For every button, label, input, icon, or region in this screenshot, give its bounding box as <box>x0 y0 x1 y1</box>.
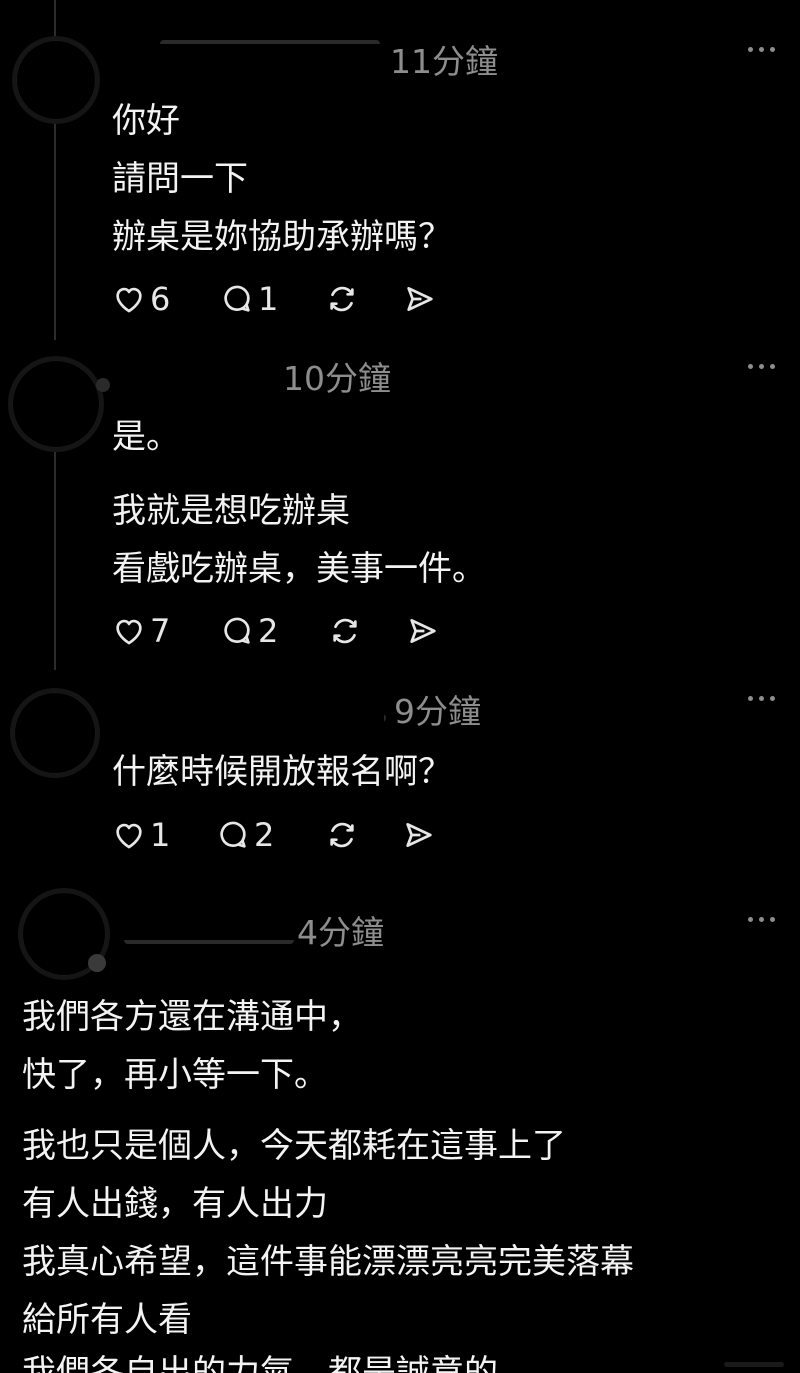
comment-text-line: 我們各方還在溝通中， <box>22 997 362 1037</box>
comment-text-line: 快了，再小等一下。 <box>22 1055 328 1095</box>
scroll-indicator <box>724 1362 784 1367</box>
comment-text-line: 辦桌是妳協助承辦嗎？ <box>112 217 452 257</box>
more-options-icon[interactable] <box>748 43 778 55</box>
cut-off-text-region: 我們各自出的力氣，都是誠意的 <box>0 1348 800 1373</box>
comment-text-line: 看戲吃辦桌，美事一件。 <box>112 549 486 589</box>
repost-icon <box>330 822 354 848</box>
avatar[interactable] <box>16 40 96 120</box>
share-button[interactable] <box>402 815 436 855</box>
comment-text-line: 我們各自出的力氣，都是誠意的 <box>22 1353 498 1373</box>
send-icon <box>407 287 433 311</box>
more-options-icon[interactable] <box>748 360 778 372</box>
comment-text-line: 請問一下 <box>112 159 248 199</box>
heart-icon <box>116 287 142 313</box>
more-options-icon[interactable] <box>748 913 778 925</box>
comment-text-line: 給所有人看 <box>22 1300 192 1340</box>
redacted-username-remnant <box>96 378 110 392</box>
comment-bubble-icon <box>224 617 250 644</box>
send-icon <box>410 619 436 643</box>
avatar[interactable] <box>14 692 96 774</box>
timestamp: 9分鐘 <box>394 692 481 731</box>
comment-text-line: 有人出錢，有人出力 <box>22 1184 328 1224</box>
like-button[interactable]: 1 <box>112 815 170 855</box>
like-button[interactable]: 7 <box>112 611 170 651</box>
reply-count: 2 <box>258 612 279 650</box>
comment-bubble-icon <box>220 821 246 848</box>
comment-text-line: 我就是想吃辦桌 <box>112 491 350 531</box>
timestamp: 10分鐘 <box>283 359 391 398</box>
action-bar: 6 1 <box>112 279 452 319</box>
like-count: 7 <box>150 612 171 650</box>
comment-text-line: 什麼時候開放報名啊？ <box>112 752 452 792</box>
reply-button[interactable]: 1 <box>220 279 278 319</box>
verified-badge-remnant <box>88 954 106 972</box>
action-bar: 1 2 <box>112 815 452 855</box>
comment-bubble-icon <box>224 285 250 312</box>
comment-text-line: 我也只是個人，今天都耗在這事上了 <box>22 1126 566 1166</box>
reply-count: 2 <box>254 816 275 854</box>
reply-button[interactable]: 2 <box>220 611 278 651</box>
action-bar: 7 2 <box>112 611 452 651</box>
avatar[interactable] <box>12 360 100 448</box>
repost-button[interactable] <box>325 279 359 319</box>
redacted-username <box>120 360 282 392</box>
like-count: 1 <box>150 816 171 854</box>
like-button[interactable]: 6 <box>112 279 170 319</box>
heart-icon <box>116 619 142 645</box>
send-icon <box>406 823 432 847</box>
redacted-username <box>124 908 296 940</box>
timestamp: 4分鐘 <box>297 913 384 952</box>
redacted-username <box>104 44 388 76</box>
more-options-icon[interactable] <box>748 692 778 704</box>
timestamp: 11分鐘 <box>390 42 498 81</box>
repost-button[interactable] <box>325 815 359 855</box>
heart-icon <box>116 823 142 849</box>
comment-text-line: 你好 <box>112 101 180 141</box>
share-button[interactable] <box>403 279 437 319</box>
like-count: 6 <box>150 280 171 318</box>
redacted-username <box>104 690 384 722</box>
reply-button[interactable]: 2 <box>216 815 274 855</box>
thread-line <box>54 445 56 670</box>
repost-button[interactable] <box>328 611 362 651</box>
share-button[interactable] <box>406 611 440 651</box>
comment-text-line: 我真心希望，這件事能漂漂亮亮完美落幕 <box>22 1242 634 1282</box>
repost-icon <box>333 618 357 644</box>
comment-text-line: 是。 <box>112 417 180 457</box>
repost-icon <box>330 286 354 312</box>
reply-count: 1 <box>258 280 279 318</box>
